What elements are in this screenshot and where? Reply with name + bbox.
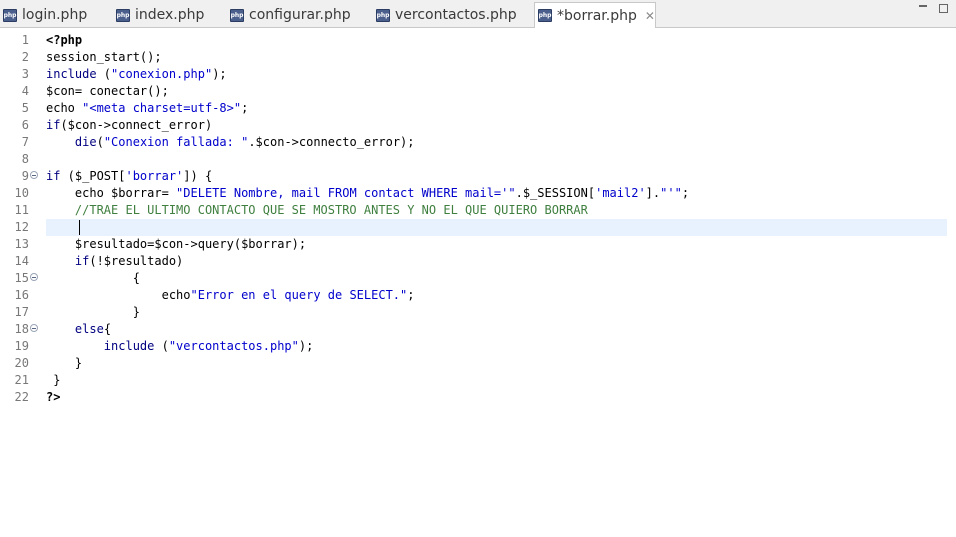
tab-label: index.php [135,7,205,23]
code-text: if(!$resultado) [74,254,184,268]
line-number: 13 [14,237,29,251]
code-line[interactable]: 7 die("Conexion fallada: ".$con->connect… [0,134,956,151]
code-line[interactable]: 1 <?php [0,32,956,49]
code-line[interactable]: 12 [0,219,956,236]
code-line[interactable]: 20 } [0,355,956,372]
minimize-button[interactable] [919,4,929,14]
tab-vercontactos-php[interactable]: php vercontactos.php [376,3,517,27]
tab-label: *borrar.php [557,7,637,24]
line-number: 18 [14,322,29,336]
code-line[interactable]: 10 echo $borrar= "DELETE Nombre, mail FR… [0,185,956,202]
code-text: } [46,373,61,387]
code-text: echo"Error en el query de SELECT."; [46,288,415,302]
code-text: if ($_POST['borrar']) { [46,169,213,183]
code-text: include ("vercontactos.php"); [103,339,314,353]
line-number: 17 [14,305,29,319]
line-number: 3 [21,67,29,81]
code-text: echo $borrar= "DELETE Nombre, mail FROM … [46,186,690,200]
line-number: 5 [21,101,29,115]
line-number: 14 [14,254,29,268]
tab-index-php[interactable]: php index.php [116,3,204,27]
code-line[interactable]: 4 $con= conectar(); [0,83,956,100]
code-line[interactable]: 6 if($con->connect_error) [0,117,956,134]
tab-label: login.php [22,7,88,23]
line-number: 9 [21,169,29,183]
code-line[interactable]: 8 [0,151,956,168]
code-text: ?> [46,390,61,404]
editor-tab-bar: php login.php php index.php php configur… [0,0,956,28]
code-line[interactable]: 14 if(!$resultado) [0,253,956,270]
code-text: echo "<meta charset=utf-8>"; [46,101,249,115]
code-text: } [46,356,83,370]
code-line[interactable]: 9 if ($_POST['borrar']) { [0,168,956,185]
code-text: $resultado=$con->query($borrar); [46,237,307,251]
line-number: 20 [14,356,29,370]
code-line[interactable]: 18 else{ [0,321,956,338]
code-line[interactable]: 17 } [0,304,956,321]
code-text: else{ [74,322,112,336]
code-text: include ("conexion.php"); [46,67,227,81]
code-line[interactable]: 15 { [0,270,956,287]
line-number: 19 [14,339,29,353]
tab-configurar-php[interactable]: php configurar.php [230,3,351,27]
line-number: 7 [21,135,29,149]
code-line[interactable]: 2 session_start(); [0,49,956,66]
php-file-icon: php [116,8,130,22]
php-file-icon: php [376,8,390,22]
line-number: 16 [14,288,29,302]
maximize-icon [939,4,948,13]
code-text: } [46,305,140,319]
code-line[interactable]: 19 include ("vercontactos.php"); [0,338,956,355]
line-number: 11 [14,203,29,217]
code-line[interactable]: 3 include ("conexion.php"); [0,66,956,83]
line-number: 8 [21,152,29,166]
fold-toggle-icon[interactable] [30,273,38,281]
line-number: 15 [14,271,29,285]
php-file-icon: php [230,8,244,22]
code-text: session_start(); [46,50,162,64]
code-line[interactable]: 22 ?> [0,389,956,406]
fold-toggle-icon[interactable] [30,171,38,179]
code-text: die("Conexion fallada: ".$con->connecto_… [74,135,415,149]
line-number: 2 [21,50,29,64]
text-caret [79,220,80,235]
php-file-icon: php [538,9,552,22]
code-line[interactable]: 11 //TRAE EL ULTIMO CONTACTO QUE SE MOST… [0,202,956,219]
tab-label: configurar.php [249,7,351,23]
line-number: 6 [21,118,29,132]
code-text: { [46,271,140,285]
minimize-icon [919,5,927,7]
code-line[interactable]: 5 echo "<meta charset=utf-8>"; [0,100,956,117]
line-number: 22 [14,390,29,404]
line-number: 1 [21,33,29,47]
code-text: <?php [46,33,83,47]
tab-borrar-php[interactable]: php *borrar.php ✕ [534,2,656,28]
code-text: $con= conectar(); [46,84,169,98]
code-text: if($con->connect_error) [46,118,213,132]
code-line[interactable]: 13 $resultado=$con->query($borrar); [0,236,956,253]
php-file-icon: php [3,8,17,22]
line-number: 12 [14,220,29,234]
maximize-button[interactable] [939,4,949,14]
code-text: //TRAE EL ULTIMO CONTACTO QUE SE MOSTRO … [46,203,588,217]
code-line[interactable]: 16 echo"Error en el query de SELECT."; [0,287,956,304]
code-line[interactable]: 21 } [0,372,956,389]
fold-toggle-icon[interactable] [30,324,38,332]
line-number: 4 [21,84,29,98]
line-number: 21 [14,373,29,387]
line-number: 10 [14,186,29,200]
tab-label: vercontactos.php [395,7,517,23]
code-editor[interactable]: 1 <?php 2 session_start(); 3 include ("conexi… [0,29,956,537]
tab-login-php[interactable]: php login.php [3,3,87,27]
close-icon[interactable]: ✕ [645,9,655,23]
